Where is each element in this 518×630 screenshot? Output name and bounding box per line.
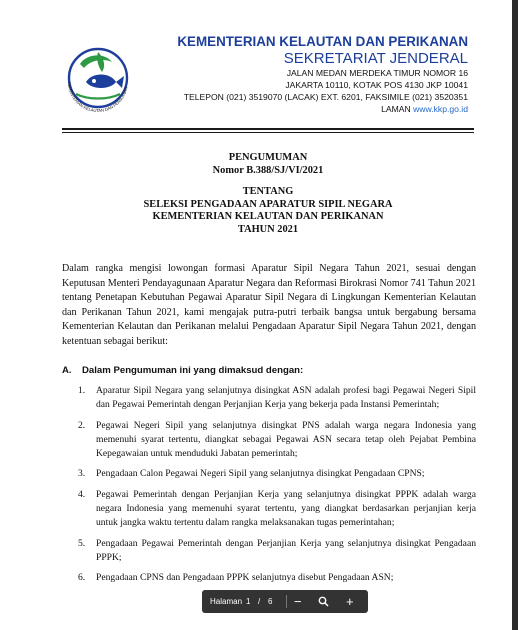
address-line-1: JALAN MEDAN MERDEKA TIMUR NOMOR 16 xyxy=(286,68,468,78)
list-item: 4. Pegawai Pemerintah dengan Perjanjian K… xyxy=(78,488,476,531)
magnifier-icon xyxy=(318,596,329,607)
list-item-text: Pegawai Pemerintah dengan Perjanjian Ker… xyxy=(96,488,476,529)
list-item-text: Aparatur Sipil Negara yang selanjutnya d… xyxy=(96,385,476,411)
header-divider-thin xyxy=(62,132,474,133)
announcement-heading: PENGUMUMAN Nomor B.388/SJ/VI/2021 xyxy=(62,152,474,177)
ministry-logo-icon: KEMENTERIAN KELAUTAN DAN PERIKANAN xyxy=(67,47,129,113)
subject-line-1: SELEKSI PENGADAAN APARATUR SIPIL NEGARA xyxy=(143,198,393,210)
website-label: LAMAN xyxy=(381,104,411,114)
viewer-scrollbar[interactable] xyxy=(512,0,518,630)
list-item-text: Pengadaan CPNS dan Pengadaan PPPK selanj… xyxy=(96,572,394,584)
list-item-text: Pengadaan Pegawai Pemerintah dengan Perj… xyxy=(96,537,476,563)
current-page-input[interactable]: 1 xyxy=(246,590,250,613)
section-letter: A. xyxy=(62,365,72,376)
subject-year: TAHUN 2021 xyxy=(237,223,299,235)
list-item-number: 1. xyxy=(78,385,86,396)
list-item: 5. Pengadaan Pegawai Pemerintah dengan Pe… xyxy=(78,537,476,566)
header-divider-thick xyxy=(62,128,474,130)
subject-line-2: KEMENTERIAN KELAUTAN DAN PERIKANAN xyxy=(152,211,384,222)
section-title: Dalam Pengumuman ini yang dimaksud denga… xyxy=(82,365,304,376)
total-pages: 6 xyxy=(268,597,273,606)
zoom-in-button[interactable]: + xyxy=(346,590,354,613)
page-label: Halaman xyxy=(210,597,243,606)
definition-list: 1. Aparatur Sipil Negara yang selanjutnya… xyxy=(78,384,476,592)
toolbar-divider xyxy=(286,595,287,608)
website-line: LAMAN www.kkp.go.id xyxy=(150,103,468,115)
letterhead: KEMENTERIAN KELAUTAN DAN PERIKANAN SEKRE… xyxy=(150,34,468,115)
announcement-subject: TENTANG SELEKSI PENGADAAN APARATUR SIPIL… xyxy=(62,186,474,236)
document-page: KEMENTERIAN KELAUTAN DAN PERIKANAN KEMEN… xyxy=(0,0,512,630)
zoom-out-button[interactable]: − xyxy=(294,590,302,613)
list-item-number: 4. xyxy=(78,488,86,500)
website-link[interactable]: www.kkp.go.id xyxy=(413,104,468,114)
list-item-text: Pengadaan Calon Pegawai Negeri Sipil yan… xyxy=(96,468,425,480)
list-item-number: 3. xyxy=(78,468,86,480)
section-a-heading: A. Dalam Pengumuman ini yang dimaksud den… xyxy=(62,364,303,378)
list-item: 6. Pengadaan CPNS dan Pengadaan PPPK sela… xyxy=(78,571,476,585)
list-item-number: 2. xyxy=(78,419,86,431)
list-item: 1. Aparatur Sipil Negara yang selanjutnya… xyxy=(78,384,476,413)
announcement-number: Nomor B.388/SJ/VI/2021 xyxy=(212,164,324,176)
list-item: 2. Pegawai Negeri Sipil yang selanjutnya … xyxy=(78,419,476,462)
page-separator: / xyxy=(258,597,261,606)
page-navigation-toolbar: Halaman 1 / 6 − + xyxy=(202,590,368,613)
address-line-2: JAKARTA 10110, KOTAK POS 4130 JKP 10041 xyxy=(285,80,468,90)
subject-about: TENTANG xyxy=(242,186,294,197)
ministry-name: KEMENTERIAN KELAUTAN DAN PERIKANAN xyxy=(177,34,468,49)
intro-paragraph: Dalam rangka mengisi lowongan formasi Ap… xyxy=(62,263,476,347)
list-item: 3. Pengadaan Calon Pegawai Negeri Sipil y… xyxy=(78,467,476,481)
phone-line: TELEPON (021) 3519070 (LACAK) EXT. 6201,… xyxy=(183,92,468,102)
list-item-number: 5. xyxy=(78,537,86,549)
secretariat-name: SEKRETARIAT JENDERAL xyxy=(283,50,468,67)
list-item-text: Pegawai Negeri Sipil yang selanjutnya di… xyxy=(96,419,476,460)
zoom-button[interactable] xyxy=(318,596,329,607)
list-item-number: 6. xyxy=(78,572,86,584)
announcement-title: PENGUMUMAN xyxy=(228,152,308,163)
